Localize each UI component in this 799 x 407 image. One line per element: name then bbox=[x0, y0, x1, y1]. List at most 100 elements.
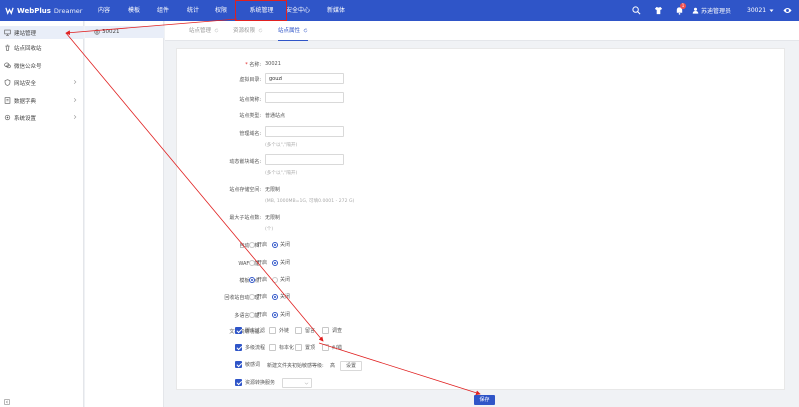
nav-permission[interactable]: 权限 bbox=[211, 0, 231, 21]
radio-multi-language-off[interactable] bbox=[272, 311, 279, 318]
book-icon bbox=[4, 97, 11, 104]
tab-site-management[interactable]: 站点管理 bbox=[189, 21, 219, 41]
radio-recycle-clean-off[interactable] bbox=[272, 293, 279, 300]
max-sub-hint: (个) bbox=[265, 227, 274, 232]
refresh-icon bbox=[258, 28, 263, 33]
save-button[interactable]: 保存 bbox=[474, 395, 495, 405]
collapse-sidebar-icon[interactable] bbox=[4, 399, 10, 405]
alias-input[interactable] bbox=[265, 92, 344, 103]
chevron-down-icon bbox=[304, 382, 309, 385]
radio-recycle-clean-on[interactable] bbox=[249, 293, 255, 300]
radio-waf-off[interactable] bbox=[272, 259, 279, 266]
refresh-icon bbox=[214, 28, 219, 33]
user-menu[interactable]: 苏迪管理员 bbox=[692, 0, 731, 21]
domain-input[interactable] bbox=[265, 126, 344, 137]
refresh-icon bbox=[303, 28, 308, 33]
site-switcher[interactable]: 30021 bbox=[747, 0, 774, 21]
sidebar-item-recycle-bin[interactable]: 站点回收站 bbox=[0, 41, 84, 54]
shield-icon bbox=[4, 79, 11, 86]
sidebar-item-data-dictionary[interactable]: 数据字典 bbox=[0, 94, 84, 107]
site-id: 30021 bbox=[747, 7, 767, 14]
radio-auto-archive-on[interactable] bbox=[249, 241, 255, 248]
type-label: 站点类型: bbox=[239, 113, 261, 119]
checkbox-external-link[interactable]: 外链 bbox=[269, 327, 289, 334]
auto-archive-radio-group: 开启 关闭 bbox=[249, 241, 295, 248]
checkbox-standardize[interactable]: 标本化 bbox=[269, 344, 294, 351]
sidebar-item-label: 微信公众号 bbox=[14, 63, 42, 70]
nav-statistics[interactable]: 统计 bbox=[183, 0, 203, 21]
sensitive-setting-button[interactable]: 设置 bbox=[340, 361, 363, 371]
sidebar-item-web-security[interactable]: 网站安全 bbox=[0, 76, 84, 89]
sidebar-item-wechat[interactable]: 微信公众号 bbox=[0, 59, 84, 72]
tab-resource-permission[interactable]: 资源权限 bbox=[233, 21, 263, 41]
globe-icon bbox=[94, 29, 100, 35]
sensitive-level-value: 高 bbox=[330, 363, 336, 369]
sidebar-item-site-management[interactable]: 建站管理 bbox=[0, 26, 84, 39]
checkbox-error-correction[interactable]: 纠错 bbox=[322, 344, 342, 351]
resource-conversion-select[interactable] bbox=[282, 378, 312, 388]
dyn-domain-hint: (多个以","隔开) bbox=[265, 171, 298, 176]
checkbox-pin-top[interactable]: 置顶 bbox=[295, 344, 315, 351]
nav-security-center[interactable]: 安全中心 bbox=[283, 0, 313, 21]
user-icon bbox=[692, 7, 699, 14]
storage-hint: (MB, 1000MB=1G, 可填0.0001 - 272 G) bbox=[265, 199, 355, 204]
tab-site-properties[interactable]: 站点属性 bbox=[278, 21, 308, 41]
site-properties-form: * 名称: 30021 虚拟目录: 站点简称: 站点类型: 普通站点 管理域名:… bbox=[176, 48, 785, 390]
checkbox-sensitive-words[interactable]: 敏感词 bbox=[235, 361, 260, 368]
checkbox-resource-conversion[interactable]: 资源转换服务 bbox=[235, 379, 275, 386]
search-icon[interactable] bbox=[632, 6, 641, 15]
logo[interactable]: WebPlus Dreamer bbox=[5, 5, 82, 16]
monitor-icon bbox=[4, 29, 11, 36]
alias-label: 站点简称: bbox=[239, 97, 261, 103]
recycle-icon bbox=[5, 44, 10, 51]
radio-waf-on[interactable] bbox=[249, 259, 255, 266]
wechat-icon bbox=[4, 62, 11, 69]
dyn-domain-label: 动态嵌块域名: bbox=[229, 159, 261, 165]
nav-component[interactable]: 组件 bbox=[153, 0, 173, 21]
max-sub-value: 无限制 bbox=[265, 215, 281, 221]
checkbox-multi-level-workflow[interactable]: 多级流程 bbox=[235, 344, 265, 351]
eye-icon[interactable] bbox=[783, 6, 792, 15]
notification-badge: 1 bbox=[680, 3, 686, 9]
user-name: 苏迪管理员 bbox=[701, 8, 732, 15]
nav-new-media[interactable]: 新媒体 bbox=[323, 0, 349, 21]
vdir-input[interactable] bbox=[265, 73, 344, 84]
radio-template-site-off[interactable] bbox=[272, 276, 279, 283]
waf-radio-group: 开启 关闭 bbox=[249, 259, 295, 266]
name-label: * 名称: bbox=[245, 62, 261, 68]
checkbox-survey[interactable]: 调查 bbox=[322, 327, 342, 334]
annotation-highlight-box bbox=[235, 0, 287, 21]
storage-value: 无限制 bbox=[265, 187, 281, 193]
domain-label: 管理域名: bbox=[239, 131, 261, 137]
template-site-radio-group: 开启 关闭 bbox=[249, 276, 295, 283]
chevron-right-icon bbox=[73, 114, 77, 120]
sidebar-item-label: 站点回收站 bbox=[14, 45, 42, 52]
radio-multi-language-on[interactable] bbox=[249, 311, 255, 318]
sidebar-item-label: 数据字典 bbox=[14, 98, 37, 105]
sidebar-item-system-settings[interactable]: 系统设置 bbox=[0, 111, 84, 124]
nav-content[interactable]: 内容 bbox=[94, 0, 114, 21]
logo-icon bbox=[5, 7, 14, 15]
checkbox-script-filter[interactable]: 脚本过滤 bbox=[235, 327, 265, 334]
chevron-right-icon bbox=[73, 97, 77, 103]
shirt-icon[interactable] bbox=[654, 6, 663, 15]
multi-language-radio-group: 开启 关闭 bbox=[249, 311, 295, 318]
checkbox-comment[interactable]: 留言 bbox=[295, 327, 315, 334]
sensitive-level-text: 新建文件夹初始敏感等级: bbox=[267, 363, 324, 369]
radio-template-site-on[interactable] bbox=[249, 276, 255, 283]
tree-node-site[interactable]: 30021 bbox=[85, 26, 164, 38]
type-value: 普通站点 bbox=[265, 113, 286, 119]
recycle-clean-radio-group: 开启 关闭 bbox=[249, 293, 295, 300]
sidebar: 建站管理 站点回收站 微信公众号 网站安全 数据字典 系统设置 bbox=[0, 21, 84, 407]
name-value: 30021 bbox=[265, 61, 281, 67]
logo-text: WebPlus bbox=[17, 6, 51, 15]
settings-icon bbox=[4, 114, 11, 121]
tree-node-label: 30021 bbox=[102, 29, 120, 35]
site-tree-panel: 30021 bbox=[85, 21, 164, 407]
radio-auto-archive-off[interactable] bbox=[272, 241, 279, 248]
nav-template[interactable]: 模板 bbox=[124, 0, 144, 21]
vdir-label: 虚拟目录: bbox=[239, 77, 261, 83]
dyn-domain-input[interactable] bbox=[265, 154, 344, 165]
logo-subtext: Dreamer bbox=[53, 6, 83, 15]
storage-label: 站点存储空间: bbox=[229, 187, 261, 193]
